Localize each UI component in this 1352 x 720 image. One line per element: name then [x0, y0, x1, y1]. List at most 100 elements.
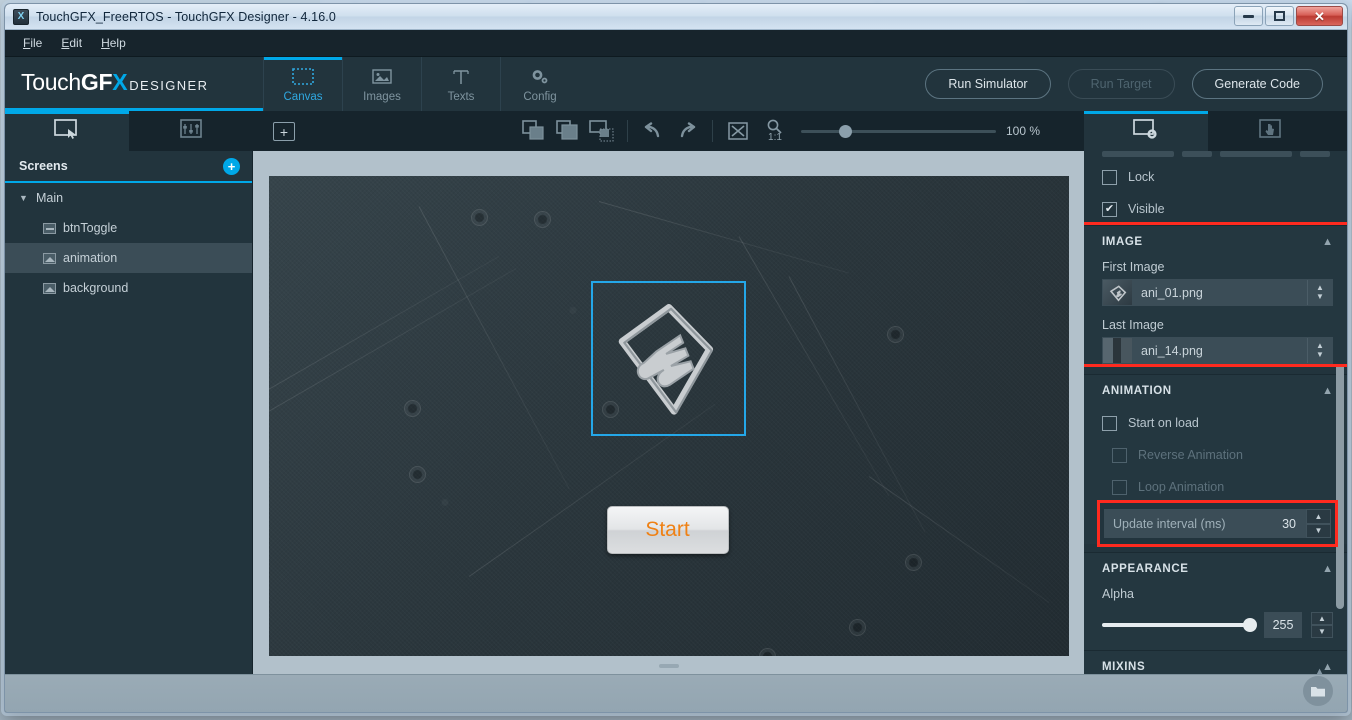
zoom-one-to-one-icon[interactable]: 1:1	[755, 111, 795, 151]
alpha-spinner[interactable]: ▲ ▼	[1311, 612, 1333, 638]
canvas-widget-start-button[interactable]: Start	[606, 506, 729, 554]
tab-canvas[interactable]: Canvas	[263, 57, 342, 111]
circuit-via	[408, 466, 426, 483]
alpha-control-row[interactable]: 255 ▲ ▼	[1084, 606, 1347, 650]
left-tab-properties[interactable]	[129, 111, 253, 151]
tree-item-main[interactable]: ▼ Main	[5, 183, 252, 213]
run-target-button: Run Target	[1067, 69, 1175, 99]
circuit-trace	[868, 476, 1050, 604]
alpha-value-field[interactable]: 255	[1264, 612, 1302, 638]
chevron-up-icon[interactable]: ▲	[1322, 563, 1333, 575]
bring-to-front-icon[interactable]	[517, 111, 551, 151]
app-header: TouchGFX DESIGNER Canvas Images Texts Co…	[5, 57, 1347, 111]
start-on-load-row[interactable]: Start on load	[1084, 407, 1347, 439]
loop-animation-checkbox	[1112, 479, 1127, 495]
image-widget-icon	[43, 252, 56, 264]
tree-item-animation[interactable]: animation	[5, 243, 252, 273]
status-bar: ▲	[5, 666, 1347, 712]
circuit-trace	[598, 201, 849, 274]
tab-images[interactable]: Images	[342, 57, 421, 111]
undo-icon[interactable]	[636, 111, 670, 151]
redo-icon[interactable]	[670, 111, 704, 151]
left-tab-screens[interactable]	[5, 111, 129, 151]
canvas-widget-animation[interactable]	[590, 281, 746, 436]
circuit-via	[758, 648, 776, 656]
chevron-down-icon[interactable]: ▼	[19, 193, 29, 203]
tab-images-label: Images	[363, 90, 401, 103]
update-interval-label: Update interval (ms)	[1113, 516, 1226, 531]
menu-bar: File Edit Help	[5, 30, 1347, 57]
first-image-spinner[interactable]: ▲ ▼	[1307, 280, 1332, 305]
circuit-via	[848, 619, 866, 636]
generate-code-button[interactable]: Generate Code	[1191, 69, 1323, 99]
zoom-slider-track[interactable]	[801, 124, 996, 138]
loop-animation-label: Loop Animation	[1138, 480, 1225, 494]
logo-x: X	[112, 69, 128, 95]
add-screen-button[interactable]: +	[223, 157, 240, 175]
mixins-section: MIXINS ▲	[1084, 650, 1347, 674]
device-screen-preview[interactable]: Start	[268, 176, 1069, 656]
spinner-up-icon[interactable]: ▲	[1311, 612, 1333, 625]
update-interval-spinner[interactable]: ▲ ▼	[1306, 509, 1331, 538]
tab-texts[interactable]: Texts	[421, 57, 500, 111]
maximize-button[interactable]	[1265, 6, 1294, 26]
lock-checkbox-row[interactable]: Lock	[1084, 161, 1347, 193]
folder-icon	[1311, 687, 1325, 697]
appearance-section-header[interactable]: APPEARANCE ▲	[1084, 553, 1347, 585]
menu-file[interactable]: File	[15, 32, 50, 54]
run-simulator-button[interactable]: Run Simulator	[925, 69, 1051, 99]
tab-interactions[interactable]	[1208, 111, 1332, 151]
first-image-combobox[interactable]: ani_01.png ▲ ▼	[1102, 279, 1333, 306]
menu-edit[interactable]: Edit	[53, 32, 90, 54]
last-image-spinner[interactable]: ▲ ▼	[1307, 338, 1332, 363]
spinner-up-icon[interactable]: ▲	[1306, 509, 1331, 524]
tree-item-background[interactable]: background	[5, 273, 252, 303]
tab-config[interactable]: Config	[500, 57, 579, 111]
mixins-section-header[interactable]: MIXINS ▲	[1084, 651, 1347, 674]
alpha-slider-thumb[interactable]	[1243, 618, 1257, 632]
alpha-slider-track[interactable]	[1102, 618, 1257, 632]
visible-checkbox-row[interactable]: ✔ Visible	[1084, 193, 1347, 225]
fit-to-screen-icon[interactable]	[721, 111, 755, 151]
tab-texts-label: Texts	[447, 90, 475, 103]
tree-item-btntoggle-label: btnToggle	[63, 221, 118, 235]
circuit-trace	[738, 236, 889, 497]
tab-widget-properties[interactable]	[1084, 111, 1208, 151]
screens-title: Screens	[19, 159, 68, 173]
window-controls: ✕	[1234, 6, 1343, 26]
tree-item-main-label: Main	[36, 191, 64, 205]
tree-item-btntoggle[interactable]: btnToggle	[5, 213, 252, 243]
status-tray-button[interactable]	[1303, 676, 1333, 706]
update-interval-field[interactable]: Update interval (ms) 30	[1104, 509, 1306, 538]
last-image-combobox[interactable]: ani_14.png ▲ ▼	[1102, 337, 1333, 364]
logo-designer: DESIGNER	[129, 78, 209, 93]
send-to-back-icon[interactable]	[551, 111, 585, 151]
align-icon[interactable]	[585, 111, 619, 151]
properties-scroll-container[interactable]: Lock ✔ Visible IMAGE ▲ First Image ani_0…	[1084, 151, 1347, 674]
spinner-down-icon[interactable]: ▼	[1316, 350, 1324, 359]
tab-canvas-label: Canvas	[283, 90, 323, 103]
minimize-button[interactable]	[1234, 6, 1263, 26]
update-interval-highlight: Update interval (ms) 30 ▲ ▼	[1097, 500, 1338, 547]
lock-checkbox[interactable]	[1102, 169, 1117, 185]
chevron-up-icon[interactable]: ▲	[1322, 385, 1333, 397]
image-section-header[interactable]: IMAGE ▲	[1084, 226, 1347, 258]
properties-panel-tabs	[1084, 111, 1347, 151]
spinner-down-icon[interactable]: ▼	[1306, 523, 1331, 538]
spinner-down-icon[interactable]: ▼	[1311, 625, 1333, 638]
check-icon: ✔	[1104, 202, 1115, 215]
chevron-up-icon[interactable]: ▲	[1322, 236, 1333, 248]
zoom-slider[interactable]: 100 %	[801, 124, 1040, 138]
animation-section-header[interactable]: ANIMATION ▲	[1084, 375, 1347, 407]
close-button[interactable]: ✕	[1296, 6, 1343, 26]
visible-checkbox[interactable]: ✔	[1102, 201, 1117, 217]
menu-help[interactable]: Help	[93, 32, 134, 54]
canvas-area[interactable]: Start	[253, 151, 1084, 674]
add-widget-button[interactable]: +	[273, 122, 295, 141]
zoom-slider-thumb[interactable]	[839, 124, 852, 138]
circuit-trace	[788, 276, 926, 533]
spinner-down-icon[interactable]: ▼	[1316, 292, 1324, 301]
start-on-load-checkbox[interactable]	[1102, 415, 1117, 431]
logo-gf: GF	[80, 69, 113, 95]
canvas-resize-grip[interactable]	[658, 664, 679, 668]
